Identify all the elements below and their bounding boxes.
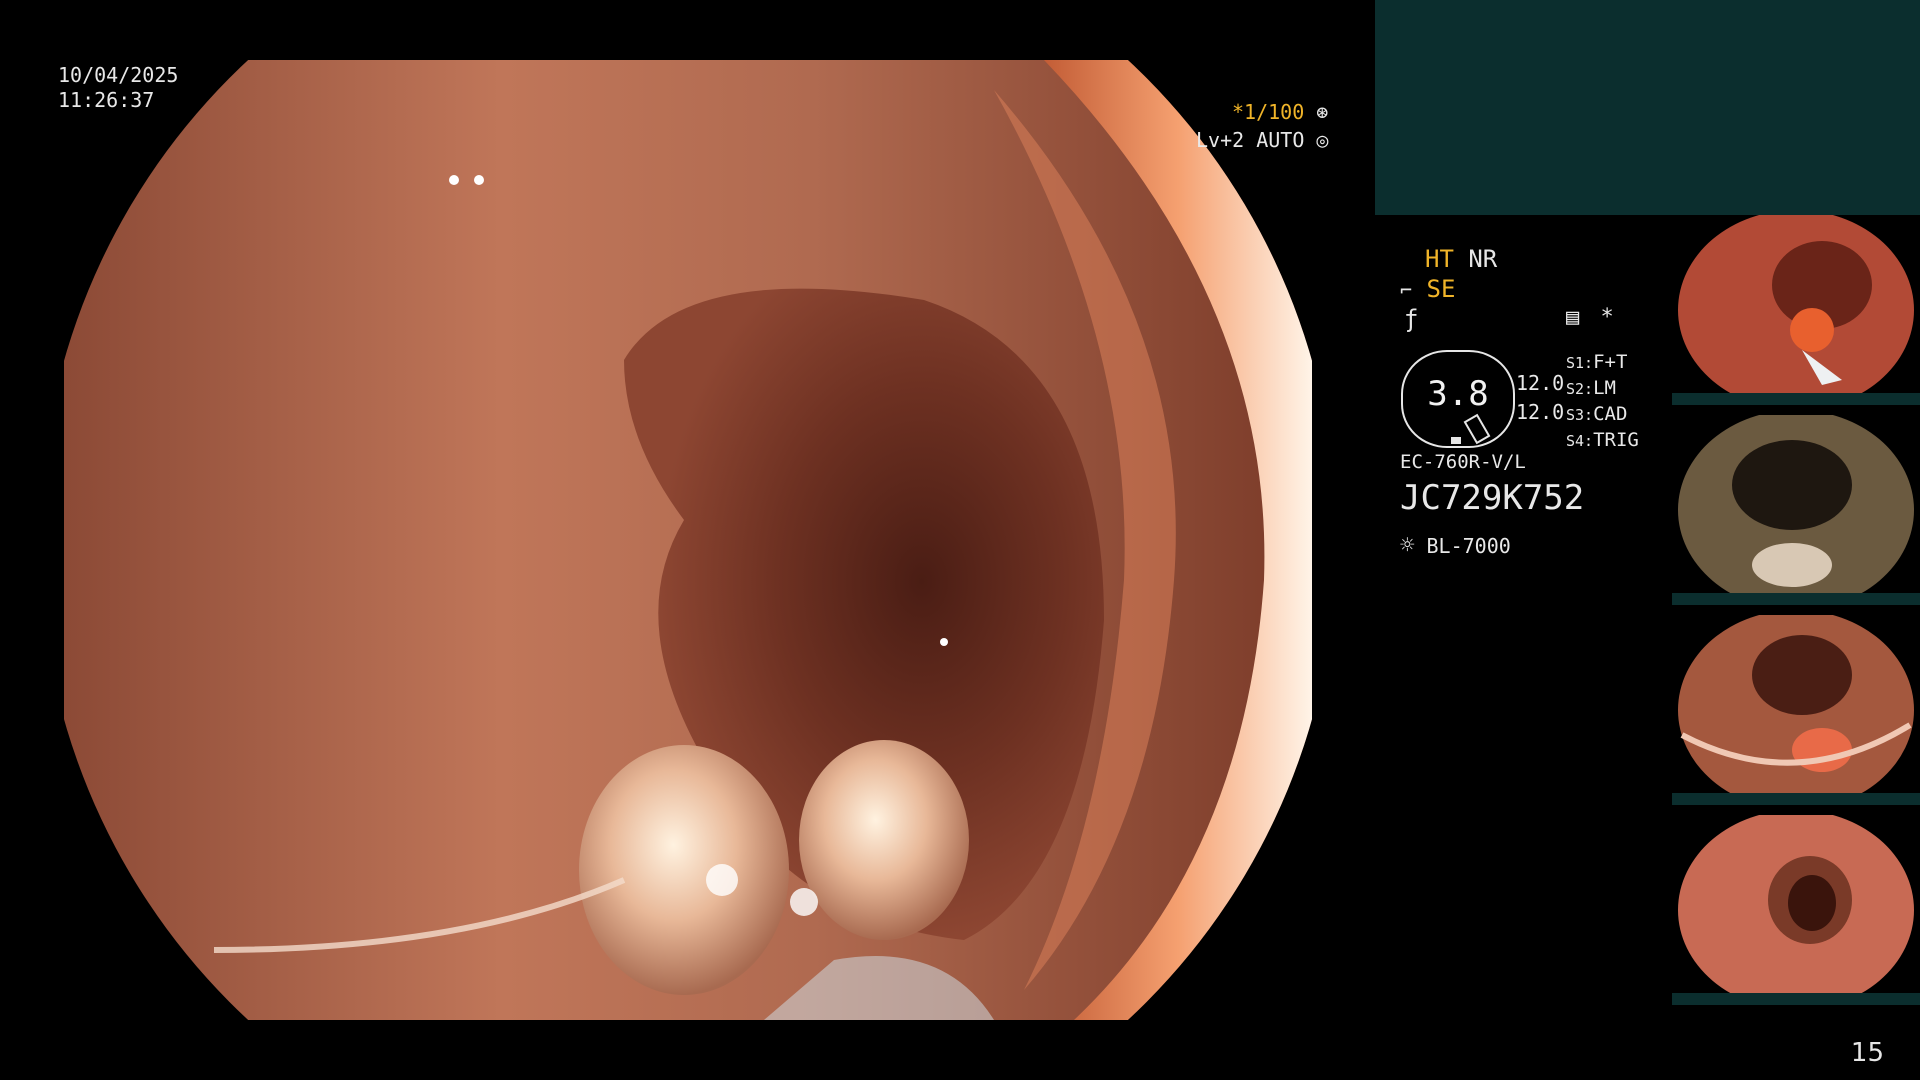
switch-list: S1:F+T S2:LM S3:CAD S4:TRIG (1566, 350, 1639, 454)
ht-nr-row: HT NR (1425, 245, 1497, 273)
scope-model: EC-760R-V/L (1400, 451, 1526, 473)
thumbnail-strip (1672, 593, 1920, 605)
thumbnail-2[interactable] (1672, 415, 1920, 605)
switch-row-4: S4:TRIG (1566, 428, 1639, 454)
level-readout: Lv+2 AUTO ◎ (1196, 128, 1328, 153)
memo-icon: ▤ (1566, 305, 1580, 330)
switch-key: S2: (1566, 380, 1594, 398)
memo-row: ▤ * (1566, 305, 1614, 330)
shutter-readout: *1/100 ⊛ (1232, 100, 1328, 125)
switch-key: S3: (1566, 406, 1594, 424)
switch-value: TRIG (1593, 429, 1639, 451)
switch-row-2: S2:LM (1566, 376, 1639, 402)
asterisk-label: * (1600, 305, 1614, 330)
f-stop-icon: ƒ (1404, 305, 1419, 333)
se-label: SE (1426, 275, 1456, 303)
f-icon-row: ƒ (1404, 305, 1418, 333)
structure-enhance-icon: ⌐ (1400, 278, 1413, 302)
switch-value: CAD (1593, 403, 1628, 425)
date-label: 10/04/2025 (58, 63, 179, 87)
switch-key: S1: (1566, 354, 1594, 372)
scope-serial: JC729K752 (1400, 478, 1585, 518)
level-label: Lv+2 AUTO (1196, 128, 1305, 152)
light-source-label: BL-7000 (1426, 534, 1511, 558)
se-row: ⌐ SE (1400, 275, 1455, 303)
time-label: 11:26:37 (58, 88, 155, 112)
thumbnail-4[interactable] (1672, 815, 1920, 1005)
switch-key: S4: (1566, 432, 1594, 450)
thumbnail-1[interactable] (1672, 215, 1920, 405)
patient-info-panel (1375, 0, 1920, 215)
scope-badge: 3.8 (1401, 350, 1515, 448)
thumbnail-3[interactable] (1672, 615, 1920, 805)
light-source-row: ☼ BL-7000 (1400, 533, 1511, 559)
switch-value: F+T (1593, 351, 1628, 373)
scope-value: 3.8 (1427, 374, 1489, 414)
switch-row-1: S1:F+T (1566, 350, 1639, 376)
value-1: 12.0 (1516, 371, 1565, 395)
nr-label: NR (1468, 245, 1498, 273)
ht-label: HT (1425, 245, 1454, 273)
endoscopy-main-image (64, 60, 1312, 1020)
scope-mark-icon (1451, 437, 1461, 444)
thumbnail-strip (1672, 993, 1920, 1005)
switch-value: LM (1593, 377, 1616, 399)
shutter-label: *1/100 (1232, 100, 1305, 124)
aperture-icon: ⊛ (1316, 100, 1329, 124)
page-number: 15 (1850, 1038, 1884, 1068)
value-2: 12.0 (1516, 400, 1565, 424)
iris-icon: ◎ (1316, 128, 1329, 152)
thumbnail-strip (1672, 793, 1920, 805)
thumbnail-strip (1672, 393, 1920, 405)
light-source-icon: ☼ (1400, 531, 1415, 559)
scope-tool-icon (1463, 413, 1491, 445)
switch-row-3: S3:CAD (1566, 402, 1639, 428)
